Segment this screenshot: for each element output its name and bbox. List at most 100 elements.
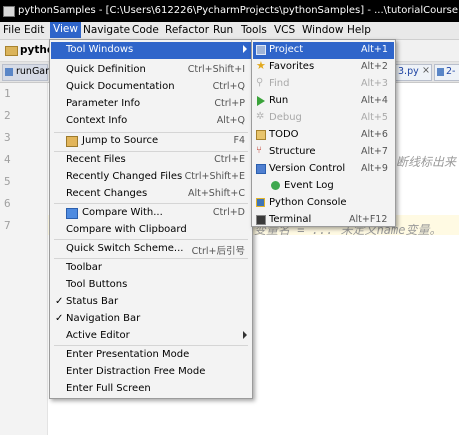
submenu-arrow-icon xyxy=(243,45,247,53)
menu-item-status-bar[interactable]: ✓ Status Bar xyxy=(51,294,251,311)
menu-item-shortcut: Ctrl+P xyxy=(214,98,245,109)
todo-icon xyxy=(256,130,266,140)
menu-item-label: Tool Buttons xyxy=(66,279,128,290)
line-number-gutter: 1 2 3 4 5 6 7 xyxy=(0,83,48,435)
menu-item-label: Active Editor xyxy=(66,330,130,341)
jump-to-source-icon xyxy=(66,136,78,147)
python-file-icon xyxy=(437,68,444,76)
menu-item-label: Debug xyxy=(269,112,302,123)
menu-item-recent-changes[interactable]: Recent Changes Alt+Shift+C xyxy=(51,186,251,203)
menu-item-full-screen[interactable]: Enter Full Screen xyxy=(51,381,251,398)
menu-refactor[interactable]: Refactor xyxy=(165,24,209,36)
menu-item-shortcut: Alt+5 xyxy=(361,112,388,123)
menu-item-shortcut: Ctrl+D xyxy=(212,207,245,218)
menu-separator xyxy=(54,239,248,240)
menu-help[interactable]: Help xyxy=(347,24,371,36)
menu-item-label: Quick Definition xyxy=(66,64,146,75)
submenu-item-terminal[interactable]: Terminal Alt+F12 xyxy=(253,212,394,229)
menu-item-label: Jump to Source xyxy=(82,135,159,146)
menu-item-toolbar[interactable]: Toolbar xyxy=(51,260,251,277)
menu-item-parameter-info[interactable]: Parameter Info Ctrl+P xyxy=(51,96,251,113)
menu-item-compare-with-clipboard[interactable]: Compare with Clipboard xyxy=(51,222,251,239)
menu-item-shortcut: Alt+1 xyxy=(361,44,388,55)
menu-item-quick-documentation[interactable]: Quick Documentation Ctrl+Q xyxy=(51,79,251,96)
star-icon: ★ xyxy=(256,59,266,72)
menu-item-label: Favorites xyxy=(269,61,315,72)
view-menu: Tool Windows Quick Definition Ctrl+Shift… xyxy=(49,39,253,399)
line-number: 4 xyxy=(4,153,11,166)
menu-item-label: Recent Changes xyxy=(66,188,148,199)
menu-item-shortcut: Ctrl+Shift+E xyxy=(184,171,245,182)
submenu-item-python-console[interactable]: Python Console xyxy=(253,195,394,212)
menu-item-label: Recent Files xyxy=(66,154,126,165)
submenu-item-favorites[interactable]: ★ Favorites Alt+2 xyxy=(253,59,394,76)
menu-item-distraction-free-mode[interactable]: Enter Distraction Free Mode xyxy=(51,364,251,381)
menu-item-presentation-mode[interactable]: Enter Presentation Mode xyxy=(51,347,251,364)
tab-2[interactable]: 2- xyxy=(434,64,459,81)
menu-separator xyxy=(54,203,248,204)
menu-edit[interactable]: Edit xyxy=(24,24,44,36)
menu-item-label: Structure xyxy=(269,146,316,157)
menu-item-quick-definition[interactable]: Quick Definition Ctrl+Shift+I xyxy=(51,62,251,79)
menu-item-shortcut: Alt+4 xyxy=(361,95,388,106)
menu-file[interactable]: File xyxy=(3,24,21,36)
menu-item-quick-switch-scheme[interactable]: Quick Switch Scheme... Ctrl+后引号 xyxy=(51,241,251,258)
menu-item-compare-with[interactable]: Compare With... Ctrl+D xyxy=(51,205,251,222)
menu-run[interactable]: Run xyxy=(213,24,233,36)
project-icon xyxy=(256,45,266,55)
app-icon xyxy=(3,6,15,17)
menu-code[interactable]: Code xyxy=(132,24,159,36)
line-number: 5 xyxy=(4,175,11,188)
menu-item-recent-files[interactable]: Recent Files Ctrl+E xyxy=(51,152,251,169)
menu-navigate[interactable]: Navigate xyxy=(83,24,130,36)
menu-item-shortcut: Alt+F12 xyxy=(349,214,388,225)
submenu-item-project[interactable]: Project Alt+1 xyxy=(253,42,394,59)
menu-item-label: Compare With... xyxy=(82,207,163,218)
menu-item-jump-to-source[interactable]: Jump to Source F4 xyxy=(51,133,251,150)
submenu-item-todo[interactable]: TODO Alt+6 xyxy=(253,127,394,144)
menu-item-label: Terminal xyxy=(269,214,312,225)
menu-item-label: Quick Switch Scheme... xyxy=(66,243,184,254)
menu-item-context-info[interactable]: Context Info Alt+Q xyxy=(51,113,251,130)
menu-item-label: Event Log xyxy=(284,180,334,191)
menu-item-label: Quick Documentation xyxy=(66,81,175,92)
menu-item-shortcut: Alt+9 xyxy=(361,163,388,174)
tool-windows-submenu: Project Alt+1 ★ Favorites Alt+2 ⚲ Find A… xyxy=(251,39,396,227)
menu-item-shortcut: Ctrl+Shift+I xyxy=(187,64,245,75)
menu-item-label: Navigation Bar xyxy=(66,313,141,324)
menu-separator xyxy=(54,345,248,346)
submenu-item-find[interactable]: ⚲ Find Alt+3 xyxy=(253,76,394,93)
tab-3-py[interactable]: 3.py × xyxy=(394,64,432,81)
menu-item-label: Version Control xyxy=(269,163,346,174)
menu-item-label: Compare with Clipboard xyxy=(66,224,187,235)
menu-item-recently-changed-files[interactable]: Recently Changed Files Ctrl+Shift+E xyxy=(51,169,251,186)
menu-window[interactable]: Window xyxy=(302,24,343,36)
menu-item-shortcut: Alt+6 xyxy=(361,129,388,140)
menu-item-label: Python Console xyxy=(269,197,347,208)
submenu-item-run[interactable]: Run Alt+4 xyxy=(253,93,394,110)
debug-icon: ✲ xyxy=(256,111,265,122)
menu-item-shortcut: Alt+7 xyxy=(361,146,388,157)
menu-item-active-editor[interactable]: Active Editor xyxy=(51,328,251,345)
checkmark-icon: ✓ xyxy=(55,296,64,307)
submenu-item-debug[interactable]: ✲ Debug Alt+5 xyxy=(253,110,394,127)
submenu-arrow-icon xyxy=(243,331,247,339)
menu-item-navigation-bar[interactable]: ✓ Navigation Bar xyxy=(51,311,251,328)
menu-item-tool-buttons[interactable]: Tool Buttons xyxy=(51,277,251,294)
submenu-item-event-log[interactable]: Event Log xyxy=(253,178,394,195)
menu-item-tool-windows[interactable]: Tool Windows xyxy=(51,42,251,59)
tab-rungame[interactable]: runGam xyxy=(2,64,54,81)
run-icon xyxy=(257,96,265,106)
menu-item-label: TODO xyxy=(269,129,299,140)
menu-item-shortcut: Ctrl+Q xyxy=(212,81,245,92)
menu-tools[interactable]: Tools xyxy=(241,24,267,36)
menu-view[interactable]: View xyxy=(50,22,81,38)
menu-vcs[interactable]: VCS xyxy=(274,24,295,36)
code-comment-line-4[interactable]: 断线标出来 xyxy=(396,153,456,170)
menu-item-shortcut: Alt+3 xyxy=(361,78,388,89)
submenu-item-version-control[interactable]: Version Control Alt+9 xyxy=(253,161,394,178)
close-icon[interactable]: × xyxy=(422,65,430,76)
menu-item-label: Parameter Info xyxy=(66,98,141,109)
find-icon: ⚲ xyxy=(256,77,264,88)
submenu-item-structure[interactable]: ⑂ Structure Alt+7 xyxy=(253,144,394,161)
